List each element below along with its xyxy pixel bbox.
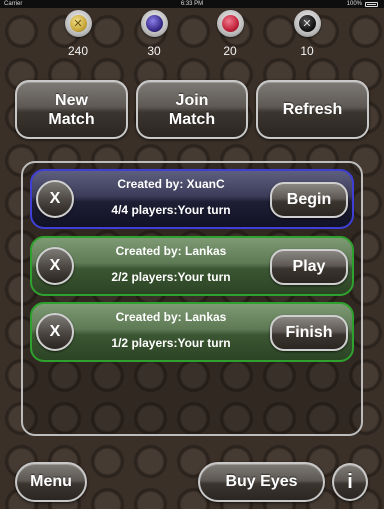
- match-creator: Created by: XuanC: [117, 177, 225, 191]
- close-match-button[interactable]: X: [36, 247, 74, 285]
- match-row: X Created by: Lankas 1/2 players:Your tu…: [30, 302, 354, 362]
- battery-icon: [365, 2, 378, 7]
- menu-button[interactable]: Menu: [15, 462, 87, 502]
- eye-count: 240: [67, 44, 89, 58]
- eye-count: 10: [300, 44, 314, 58]
- gold-eye-icon: ✕: [64, 10, 92, 37]
- match-row: X Created by: Lankas 2/2 players:Your tu…: [30, 236, 354, 296]
- match-status: 2/2 players:Your turn: [111, 270, 231, 284]
- match-creator: Created by: Lankas: [115, 244, 227, 258]
- eye-counter-black: ✕ 10: [292, 10, 322, 58]
- battery-percent: 100%: [346, 1, 362, 7]
- finish-button[interactable]: Finish: [270, 315, 348, 351]
- join-match-button[interactable]: Join Match: [136, 80, 248, 139]
- new-match-button[interactable]: New Match: [15, 80, 128, 139]
- eye-count: 20: [223, 44, 237, 58]
- begin-button[interactable]: Begin: [270, 182, 348, 218]
- eye-counter-purple: 30: [139, 10, 169, 58]
- purple-eye-icon: [140, 10, 168, 37]
- eye-counter-red: 20: [215, 10, 245, 58]
- status-time: 6:33 PM: [180, 1, 204, 7]
- info-button[interactable]: i: [332, 463, 368, 501]
- eye-count: 30: [147, 44, 161, 58]
- match-status: 4/4 players:Your turn: [111, 203, 231, 217]
- close-match-button[interactable]: X: [36, 313, 74, 351]
- match-creator: Created by: Lankas: [115, 310, 227, 324]
- match-status: 1/2 players:Your turn: [111, 336, 231, 350]
- eye-counter-gold: ✕ 240: [63, 10, 93, 58]
- red-eye-icon: [216, 10, 244, 37]
- black-eye-icon: ✕: [293, 10, 321, 37]
- match-list-panel: X Created by: XuanC 4/4 players:Your tur…: [21, 161, 363, 436]
- refresh-button[interactable]: Refresh: [256, 80, 369, 139]
- close-match-button[interactable]: X: [36, 180, 74, 218]
- play-button[interactable]: Play: [270, 249, 348, 285]
- status-bar: Carrier 6:33 PM 100%: [0, 0, 384, 8]
- match-row: X Created by: XuanC 4/4 players:Your tur…: [30, 169, 354, 229]
- buy-eyes-button[interactable]: Buy Eyes: [198, 462, 325, 502]
